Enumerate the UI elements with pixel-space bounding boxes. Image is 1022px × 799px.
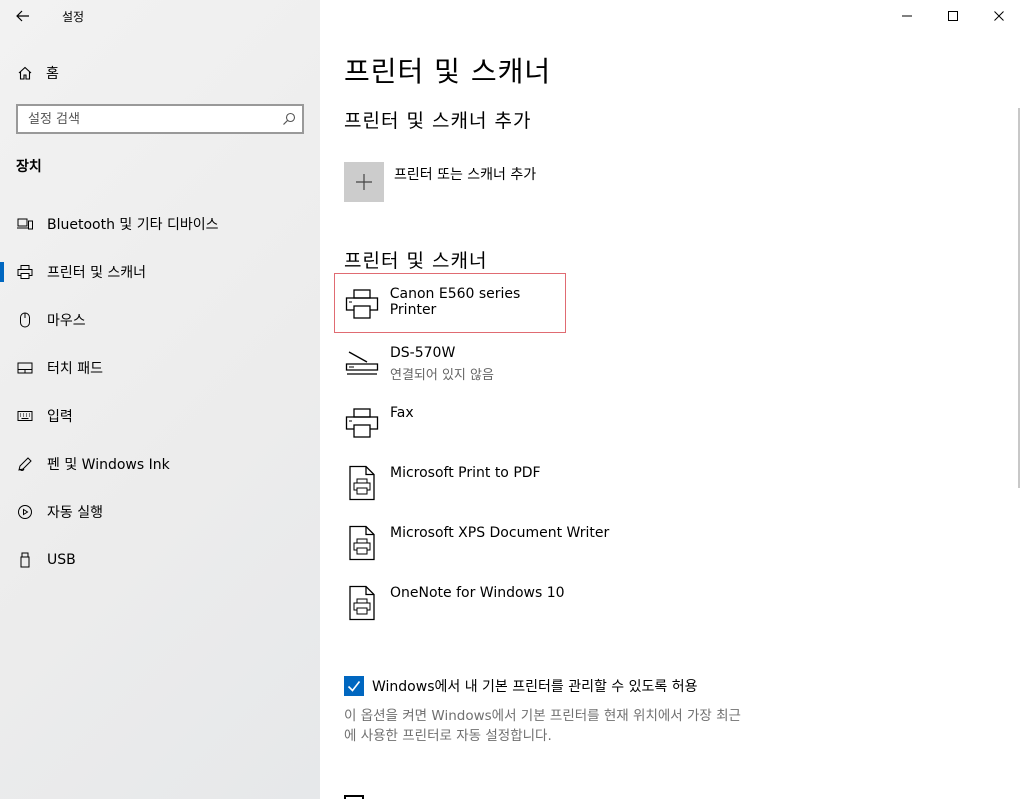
sidebar-item-mouse[interactable]: 마우스	[0, 296, 320, 344]
checkmark-icon	[347, 681, 361, 692]
device-name: DS-570W	[390, 345, 456, 361]
sidebar-item-typing[interactable]: 입력	[0, 392, 320, 440]
titlebar-left: 설정	[0, 0, 320, 32]
touchpad-icon	[16, 359, 34, 377]
sidebar-item-pen[interactable]: 펜 및 Windows Ink	[0, 440, 320, 488]
sidebar-item-printers[interactable]: 프린터 및 스캐너	[0, 248, 320, 296]
sidebar-item-touchpad[interactable]: 터치 패드	[0, 344, 320, 392]
printer-icon	[345, 284, 380, 324]
plus-icon	[356, 174, 372, 190]
sidebar-item-label: 터치 패드	[47, 361, 103, 377]
device-item[interactable]: Microsoft Print to PDF	[344, 453, 644, 513]
device-item[interactable]: Fax	[344, 393, 566, 453]
keyboard-icon	[16, 407, 34, 425]
sidebar-item-label: 마우스	[47, 313, 86, 329]
sidebar-item-label: 자동 실행	[47, 505, 103, 521]
device-item[interactable]: DS-570W 연결되어 있지 않음	[344, 333, 566, 393]
help-text-line: 에 사용한 프린터로 자동 설정합니다.	[344, 728, 552, 744]
list-section-title: 프린터 및 스캐너	[344, 250, 488, 272]
sidebar-nav: Bluetooth 및 기타 디바이스 프린터 및 스캐너 마우스 터치 패드 …	[0, 200, 320, 584]
section-label-devices: 장치	[16, 159, 42, 175]
sidebar-item-usb[interactable]: USB	[0, 536, 320, 584]
mouse-icon	[16, 311, 34, 329]
sidebar-item-label: 프린터 및 스캐너	[47, 265, 147, 281]
device-name: OneNote for Windows 10	[390, 585, 565, 601]
document-printer-icon	[344, 583, 380, 623]
home-icon	[16, 64, 34, 82]
default-printer-toggle[interactable]: Windows에서 내 기본 프린터를 관리할 수 있도록 허용	[344, 676, 698, 696]
bluetooth-devices-icon	[16, 215, 34, 233]
usb-icon	[16, 551, 34, 569]
arrow-left-icon	[16, 10, 29, 22]
home-link[interactable]: 홈	[0, 56, 320, 90]
device-item[interactable]: OneNote for Windows 10	[344, 573, 664, 633]
device-text: DS-570W 연결되어 있지 않음	[390, 345, 494, 383]
device-name: Fax	[390, 405, 414, 421]
device-name: Canon E560 series Printer	[389, 286, 521, 318]
document-printer-icon	[344, 463, 380, 503]
sidebar-item-bluetooth[interactable]: Bluetooth 및 기타 디바이스	[0, 200, 320, 248]
autoplay-icon	[16, 503, 34, 521]
sidebar-item-label: USB	[47, 552, 76, 568]
app-title: 설정	[62, 9, 85, 24]
main-content: 프린터 및 스캐너 프린터 및 스캐너 추가 프린터 또는 스캐너 추가 프린터…	[320, 0, 1022, 799]
printer-icon	[344, 403, 380, 443]
sidebar-item-label: 펜 및 Windows Ink	[47, 457, 170, 473]
help-text-line: 이 옵션을 켜면 Windows에서 기본 프린터를 현재 위치에서 가장 최근	[344, 708, 741, 724]
device-text: OneNote for Windows 10	[390, 585, 565, 601]
device-text: Microsoft XPS Document Writer	[390, 525, 609, 541]
scanner-icon	[344, 343, 380, 383]
help-text: 이 옵션을 켜면 Windows에서 기본 프린터를 현재 위치에서 가장 최근…	[344, 706, 794, 746]
home-label: 홈	[46, 66, 59, 82]
device-name: Microsoft Print to PDF	[390, 465, 541, 481]
default-printer-label: Windows에서 내 기본 프린터를 관리할 수 있도록 허용	[372, 679, 698, 695]
page-title: 프린터 및 스캐너	[344, 55, 552, 88]
device-name: Microsoft XPS Document Writer	[390, 525, 610, 541]
add-section-title: 프린터 및 스캐너 추가	[344, 110, 532, 132]
search-input[interactable]	[28, 111, 276, 127]
search-box[interactable]	[16, 104, 304, 134]
document-printer-icon	[344, 523, 380, 563]
back-button[interactable]	[0, 0, 46, 32]
add-tile	[344, 162, 384, 202]
device-item[interactable]: Microsoft XPS Document Writer	[344, 513, 664, 573]
pen-icon	[16, 455, 34, 473]
scrollbar[interactable]	[1018, 108, 1020, 488]
search-icon[interactable]	[276, 106, 302, 132]
device-text: Microsoft Print to PDF	[390, 465, 541, 481]
device-text: Fax	[390, 405, 414, 421]
sidebar: 설정 홈 장치 Bluetooth 및 기타 디바이스 프린터 및 스캐너	[0, 0, 320, 799]
device-status: 연결되어 있지 않음	[390, 368, 494, 383]
default-printer-checkbox[interactable]	[344, 676, 364, 696]
device-text: Canon E560 series Printer	[390, 286, 565, 318]
sidebar-item-autoplay[interactable]: 자동 실행	[0, 488, 320, 536]
add-printer-label: 프린터 또는 스캐너 추가	[394, 167, 537, 183]
sidebar-item-label: 입력	[47, 409, 73, 425]
add-printer-button[interactable]: 프린터 또는 스캐너 추가	[344, 162, 536, 202]
printer-icon	[16, 263, 34, 281]
next-checkbox[interactable]	[344, 795, 364, 799]
device-item[interactable]: Canon E560 series Printer	[334, 273, 566, 333]
sidebar-item-label: Bluetooth 및 기타 디바이스	[47, 217, 219, 233]
